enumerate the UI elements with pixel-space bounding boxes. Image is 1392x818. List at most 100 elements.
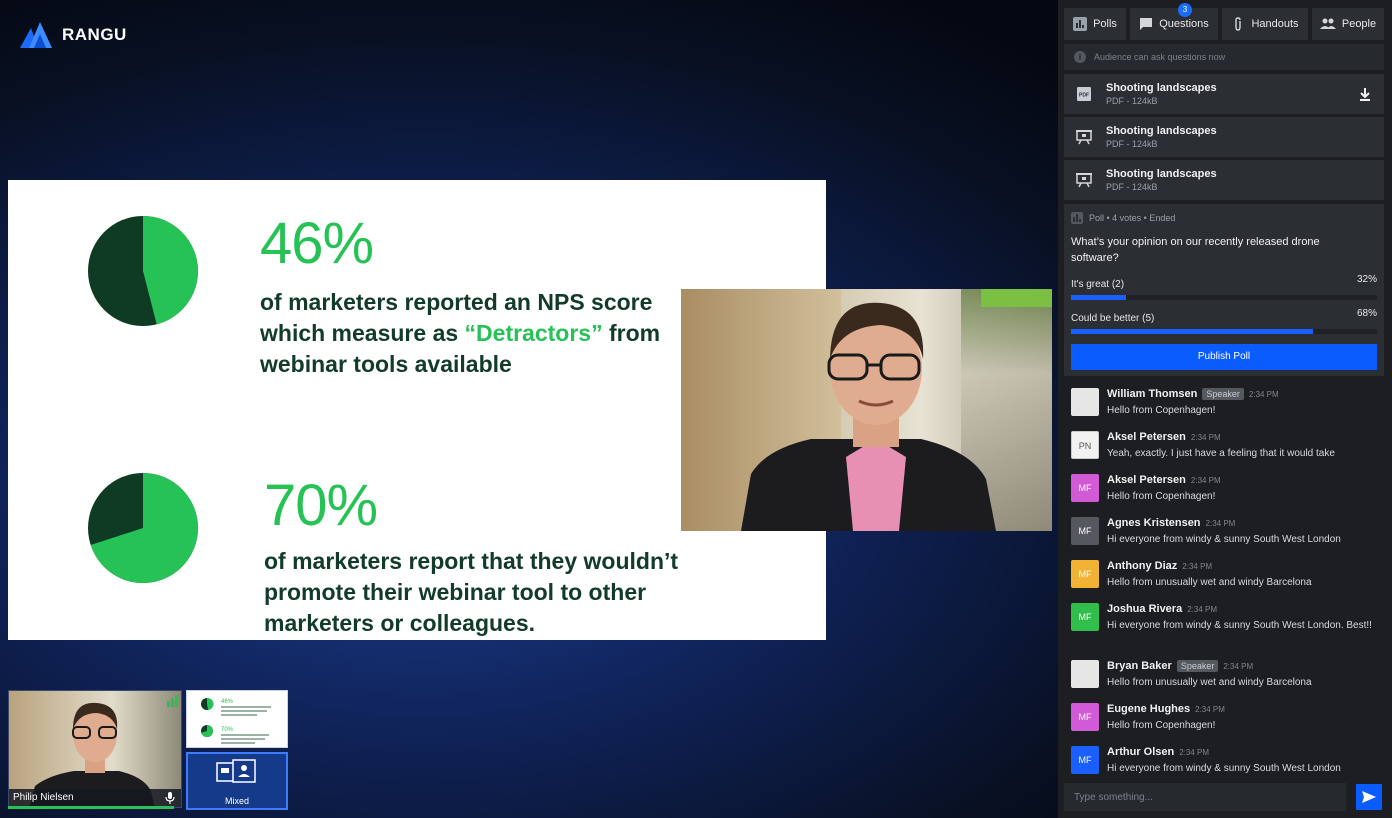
message-header: Arthur Olsen 2:34 PM <box>1107 746 1209 758</box>
chat-message: PN Aksel Petersen 2:34 PM Yeah, exactly. I … <box>1064 425 1384 468</box>
speaker-video-feed <box>681 289 1052 531</box>
svg-text:PDF: PDF <box>1079 93 1089 99</box>
message-header: Bryan Baker Speaker 2:34 PM <box>1107 660 1253 672</box>
message-author: Aksel Petersen <box>1107 474 1186 486</box>
poll-meta-text: Poll • 4 votes • Ended <box>1089 213 1176 223</box>
poll-option-percent: 68% <box>1356 308 1377 319</box>
avatar: MF <box>1071 746 1099 774</box>
poll-meta: Poll • 4 votes • Ended <box>1071 212 1377 224</box>
stat-highlight: “Detractors” <box>464 320 603 346</box>
camera-name-label: Philip Nielsen <box>9 789 181 807</box>
stat-text-70: of marketers report that they wouldn’t p… <box>264 546 824 639</box>
main-stage: RANGU 46% of marketers reported an NPS s… <box>0 0 1058 818</box>
handout-item[interactable]: Shooting landscapes PDF - 124kB <box>1064 117 1384 157</box>
poll-option-percent: 32% <box>1356 274 1377 285</box>
questions-info-banner: i Audience can ask questions now <box>1064 44 1384 70</box>
mixed-layout-icon <box>216 759 256 783</box>
handout-item[interactable]: PDF Shooting landscapes PDF - 124kB <box>1064 74 1384 114</box>
message-text: Hi everyone from windy & sunny South Wes… <box>1107 534 1341 545</box>
paperclip-icon <box>1235 17 1242 31</box>
message-header: William Thomsen Speaker 2:34 PM <box>1107 388 1279 400</box>
tab-label: People <box>1341 18 1377 30</box>
tab-label: Questions <box>1159 18 1209 30</box>
chat-message: Bryan Baker Speaker 2:34 PM Hello from unus… <box>1064 654 1384 697</box>
message-author: Arthur Olsen <box>1107 746 1175 758</box>
speaker-badge: Speaker <box>1176 660 1219 672</box>
camera-thumbnail[interactable]: Philip Nielsen <box>8 690 182 808</box>
message-author: Aksel Petersen <box>1107 431 1186 443</box>
stat-line: promote their webinar tool to other <box>264 579 647 605</box>
chat-icon <box>1140 18 1153 30</box>
message-time: 2:34 PM <box>1205 518 1236 528</box>
publish-poll-button[interactable]: Publish Poll <box>1071 344 1377 370</box>
stat-line: of marketers report that they wouldn’t <box>264 548 679 574</box>
handout-title: Shooting landscapes <box>1106 168 1217 180</box>
avatar: MF <box>1071 517 1099 545</box>
download-icon[interactable] <box>1358 87 1372 101</box>
poll-option-track <box>1071 295 1377 300</box>
presentation-icon <box>1076 130 1092 145</box>
message-time: 2:34 PM <box>1195 704 1225 714</box>
pie-chart-70 <box>88 473 198 583</box>
tab-people[interactable]: People <box>1312 8 1384 40</box>
poll-option: It's great (2) 32% <box>1071 274 1377 300</box>
avatar: MF <box>1071 603 1099 631</box>
chat-message-list[interactable]: William Thomsen Speaker 2:34 PM Hello from … <box>1064 382 1384 778</box>
mixed-layout-thumbnail[interactable]: Mixed <box>186 752 288 810</box>
chat-message: MF Joshua Rivera 2:34 PM Hi everyone from w… <box>1064 597 1384 654</box>
message-header: Aksel Petersen 2:34 PM <box>1107 431 1221 443</box>
chat-message: William Thomsen Speaker 2:34 PM Hello from … <box>1064 382 1384 425</box>
handout-item[interactable]: Shooting landscapes PDF - 124kB <box>1064 160 1384 200</box>
message-text: Hello from unusually wet and windy Barce… <box>1107 577 1312 588</box>
message-time: 2:34 PM <box>1223 661 1254 671</box>
chat-message: MF Aksel Petersen 2:34 PM Hello from Copenh… <box>1064 468 1384 511</box>
info-text: Audience can ask questions now <box>1094 52 1226 62</box>
questions-count-badge: 3 <box>1178 3 1192 17</box>
audio-level-bar <box>8 806 174 809</box>
sidebar-panel: Polls Questions 3 Handouts People i Audi… <box>1058 0 1392 818</box>
message-time: 2:34 PM <box>1190 475 1221 485</box>
message-text: Hello from unusually wet and windy Barce… <box>1107 677 1312 688</box>
avatar: MF <box>1071 560 1099 588</box>
message-header: Eugene Hughes 2:34 PM <box>1107 703 1225 715</box>
message-header: Joshua Rivera 2:34 PM <box>1107 603 1217 615</box>
avatar: PN <box>1071 431 1099 459</box>
chat-message: MF Eugene Hughes 2:34 PM Hello from Copenha… <box>1064 697 1384 740</box>
chat-input[interactable] <box>1064 783 1346 811</box>
brand-name: RANGU <box>62 25 127 44</box>
poll-option-label: Could be better (5) <box>1071 313 1155 324</box>
message-text: Hello from Copenhagen! <box>1107 720 1216 731</box>
message-time: 2:34 PM <box>1182 561 1213 571</box>
message-author: William Thomsen <box>1107 388 1198 400</box>
send-button[interactable] <box>1356 784 1382 810</box>
send-icon <box>1362 791 1376 803</box>
tab-polls[interactable]: Polls <box>1064 8 1126 40</box>
message-text: Hi everyone from windy & sunny South Wes… <box>1107 620 1372 631</box>
poll-option-label: It's great (2) <box>1071 279 1125 290</box>
slide-thumbnail[interactable]: 46% 70% <box>186 690 288 748</box>
poll-icon <box>1073 17 1088 31</box>
message-author: Anthony Diaz <box>1107 560 1178 572</box>
message-time: 2:34 PM <box>1190 432 1221 442</box>
pdf-icon: PDF <box>1077 87 1091 101</box>
brand-logo: RANGU <box>20 22 127 48</box>
microphone-icon[interactable] <box>165 792 175 804</box>
pie-chart-46 <box>88 216 198 326</box>
slide-thumbnail-preview: 46% 70% <box>201 697 271 744</box>
poll-option-bar <box>1071 295 1127 300</box>
camera-name: Philip Nielsen <box>13 792 74 803</box>
handout-meta: PDF - 124kB <box>1106 139 1158 149</box>
avatar <box>1071 660 1099 688</box>
tab-handouts[interactable]: Handouts <box>1222 8 1308 40</box>
poll-card: Poll • 4 votes • Ended What’s your opini… <box>1064 204 1384 376</box>
message-author: Agnes Kristensen <box>1107 517 1201 529</box>
message-header: Agnes Kristensen 2:34 PM <box>1107 517 1235 529</box>
poll-option: Could be better (5) 68% <box>1071 308 1377 334</box>
message-time: 2:34 PM <box>1179 747 1210 757</box>
message-text: Hello from Copenhagen! <box>1107 405 1216 416</box>
message-author: Eugene Hughes <box>1107 703 1191 715</box>
stat-text-part: which measure as <box>260 320 465 346</box>
tab-label: Handouts <box>1251 18 1299 30</box>
speaker-badge: Speaker <box>1202 388 1244 400</box>
tab-questions[interactable]: Questions 3 <box>1130 3 1218 40</box>
